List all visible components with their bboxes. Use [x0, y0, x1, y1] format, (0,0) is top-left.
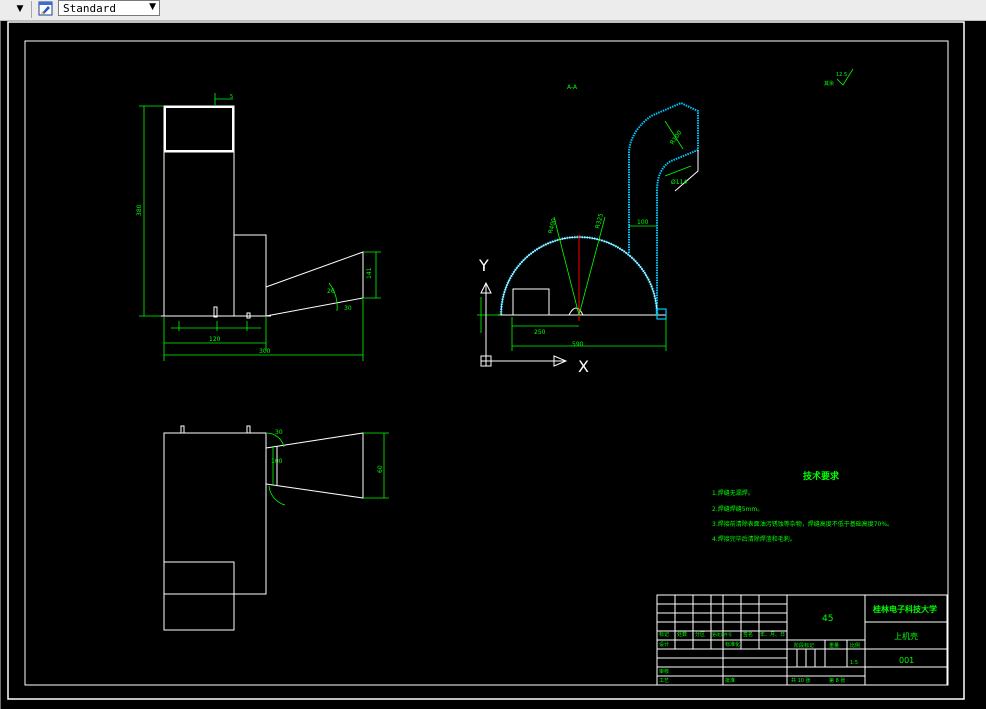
title-part-name: 上机壳 — [894, 631, 918, 641]
front-view — [161, 105, 364, 319]
plan-dim-3: 30 — [275, 429, 283, 436]
title-stage-label: 阶段标记 — [794, 642, 814, 649]
front-width-dim-a: 120 — [209, 336, 221, 343]
title-process: 工艺 — [659, 678, 669, 684]
section-label: A-A — [567, 84, 578, 91]
text-style-icon[interactable] — [37, 0, 55, 17]
title-row-date: 年、月、日 — [760, 631, 785, 638]
front-chute-dim: 141 — [366, 267, 373, 279]
title-row-zone: 分区 — [695, 631, 705, 638]
title-scale: 1:5 — [850, 660, 858, 666]
tech-note-2: 2.焊缝焊缝5mm。 — [712, 505, 763, 513]
text-style-value: Standard — [63, 2, 116, 15]
title-std: 标准化 — [725, 641, 740, 648]
title-sheet: 第 8 张 — [829, 677, 845, 684]
section-view — [498, 101, 699, 321]
title-row-change: 更改文件号 — [712, 631, 732, 637]
title-design: 设计 — [659, 641, 669, 648]
toolbar-separator — [31, 1, 32, 18]
tech-note-1: 1.焊缝无漏焊。 — [712, 489, 754, 497]
section-pipe-dim: Ø114 — [671, 179, 687, 186]
roughness-value: 12.5 — [836, 72, 847, 78]
plan-dim-1: 60 — [377, 465, 384, 473]
section-pos-dim: 250 — [534, 329, 546, 336]
title-weight-label: 重量 — [829, 642, 839, 649]
ucs-x-label: X — [578, 357, 589, 376]
title-sheets: 共 10 张 — [791, 677, 811, 684]
ucs-icon — [480, 281, 568, 367]
title-school: 桂林电子科技大学 — [872, 604, 937, 614]
text-style-select[interactable]: Standard ▼ — [58, 0, 160, 16]
section-view-dims — [477, 120, 692, 351]
front-small-dim-1: 5 — [230, 94, 233, 100]
front-height-dim: 380 — [136, 204, 143, 216]
drawing-canvas[interactable]: 380 120 300 141 5 26 30 A-A R400 R325 59… — [0, 21, 986, 709]
roughness-note: 其余 — [824, 80, 834, 87]
front-view-dims — [139, 93, 381, 361]
title-row-sign: 签名 — [743, 631, 753, 638]
plan-dim-2: 100 — [271, 458, 283, 465]
toolbar-dropdown-arrow-icon[interactable]: ▼ — [12, 2, 28, 16]
front-angle-dim: 26 — [327, 288, 335, 295]
section-width-dim: 590 — [572, 341, 584, 348]
tech-title: 技术要求 — [803, 470, 840, 482]
title-review: 审核 — [659, 668, 669, 675]
title-row-count: 处数 — [677, 631, 687, 638]
plan-view-dims — [266, 432, 389, 506]
front-small-dim-3: 30 — [344, 305, 352, 312]
title-row-mark: 标记 — [659, 631, 669, 638]
title-drawing-no: 001 — [899, 656, 914, 665]
tech-note-3: 3.焊接前清除表面油污锈蚀等杂物，焊缝高度不低于基础高度70%。 — [712, 520, 893, 528]
plan-view — [163, 425, 364, 631]
toolbar: ▼ Standard ▼ — [0, 0, 986, 21]
cad-drawing: 380 120 300 141 5 26 30 A-A R400 R325 59… — [7, 21, 965, 700]
title-approve: 批准 — [725, 677, 735, 684]
tech-note-4: 4.焊接完毕后清除焊渣和毛刺。 — [712, 535, 796, 543]
chevron-down-icon[interactable]: ▼ — [149, 2, 156, 12]
section-height-dim: 100 — [637, 219, 649, 226]
title-material: 45 — [822, 614, 833, 624]
section-pipe2-dim: R100 — [669, 129, 684, 146]
title-scale-label: 比例 — [850, 642, 860, 649]
front-width-dim-total: 300 — [259, 348, 271, 355]
section-r2-dim: R325 — [594, 212, 605, 229]
ucs-y-label: Y — [478, 256, 489, 275]
